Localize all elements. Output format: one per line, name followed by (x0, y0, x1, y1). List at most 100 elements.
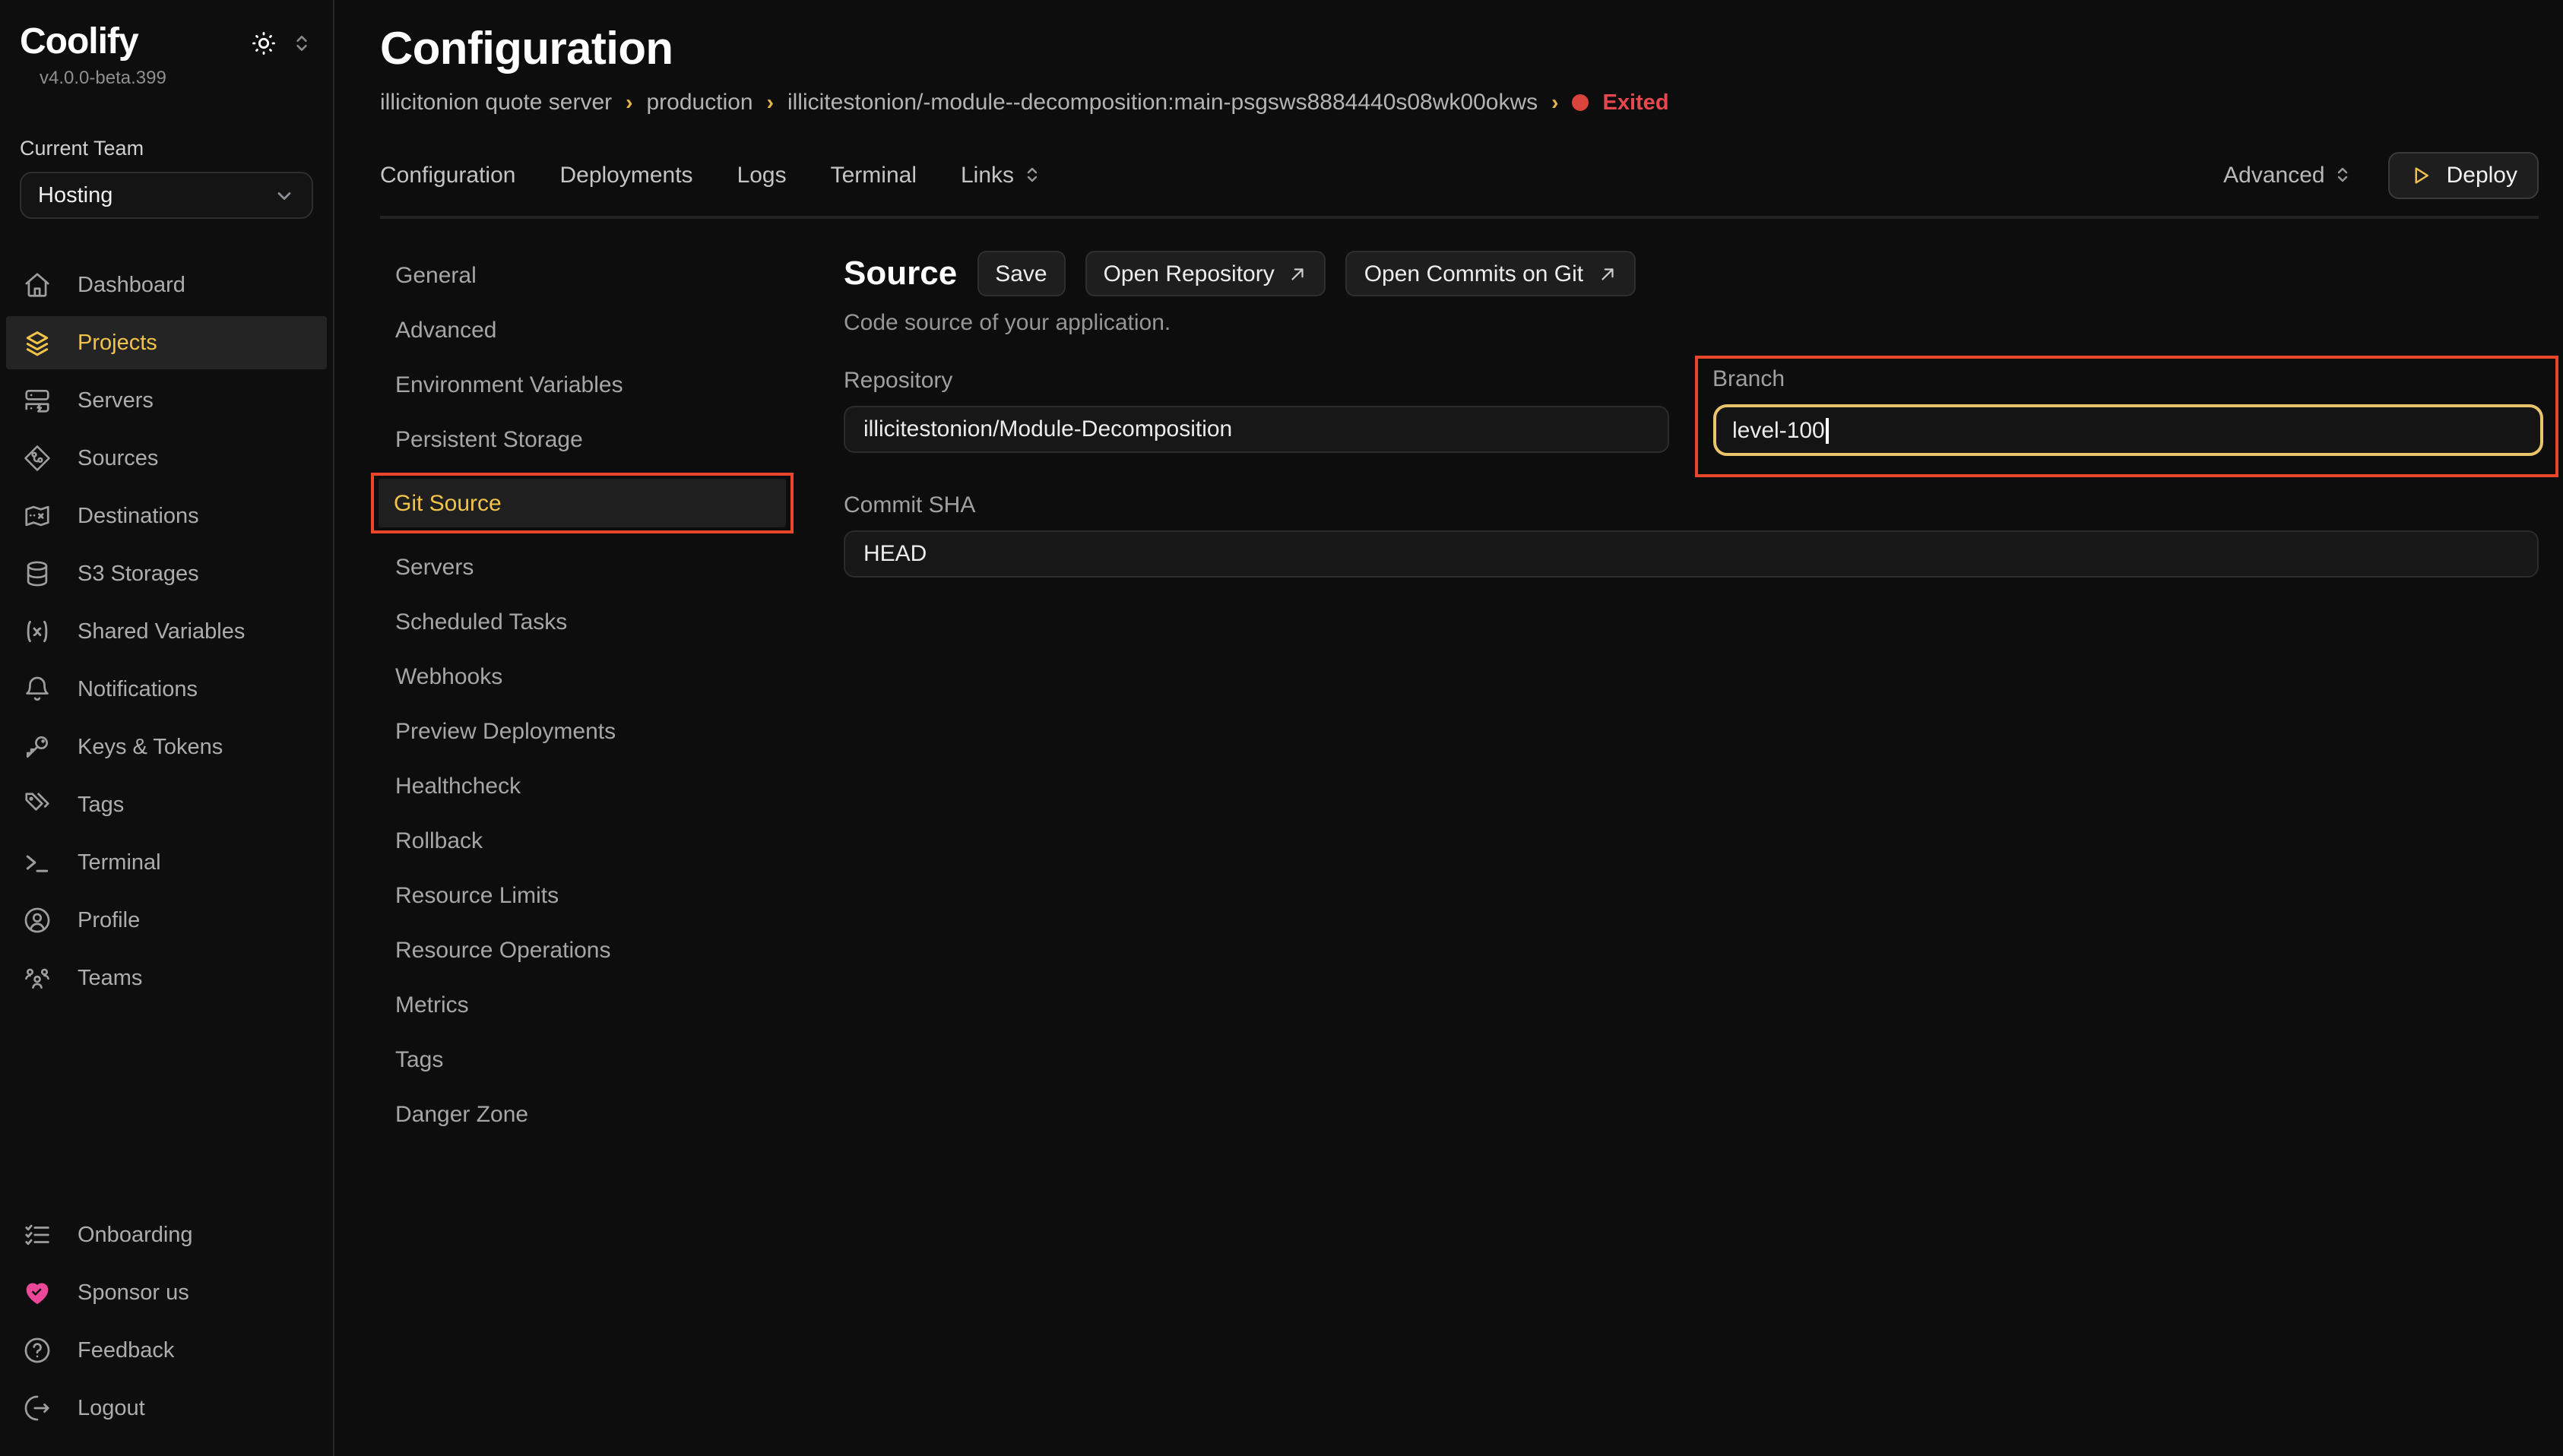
sidebar-item-s3-storages[interactable]: S3 Storages (6, 547, 327, 600)
sidebar-item-label: Teams (78, 966, 142, 990)
breadcrumb-project[interactable]: illicitonion quote server (380, 90, 612, 116)
open-commits-button[interactable]: Open Commits on Git (1346, 251, 1635, 296)
external-link-arrow-icon (1288, 264, 1308, 283)
subnav-item-persistent-storage[interactable]: Persistent Storage (380, 415, 794, 464)
tab-deployments[interactable]: Deployments (559, 162, 692, 188)
checklist-icon (23, 1220, 52, 1249)
git-source-panel: Source Save Open Repository Open Commits… (794, 251, 2539, 1138)
sidebar-item-destinations[interactable]: Destinations (6, 489, 327, 543)
sidebar-item-onboarding[interactable]: Onboarding (6, 1208, 327, 1261)
subnav-item-advanced[interactable]: Advanced (380, 305, 794, 354)
deploy-button[interactable]: Deploy (2389, 151, 2539, 198)
sidebar-item-label: Projects (78, 331, 157, 355)
subnav-item-metrics[interactable]: Metrics (380, 980, 794, 1029)
commit-sha-field-group: Commit SHA (844, 492, 2539, 578)
text-cursor (1826, 417, 1829, 443)
sidebar-footer: Onboarding Sponsor us Feedback Logout (0, 1208, 333, 1435)
subnav-item-scheduled-tasks[interactable]: Scheduled Tasks (380, 597, 794, 646)
tab-divider (380, 216, 2539, 219)
user-icon (23, 906, 52, 935)
sidebar-item-feedback[interactable]: Feedback (6, 1324, 327, 1377)
server-icon (23, 386, 52, 415)
annotation-box-branch: Branch level-100 (1694, 356, 2558, 477)
subnav-item-resource-operations[interactable]: Resource Operations (380, 926, 794, 974)
page-title: Configuration (380, 24, 2539, 76)
subnav-item-servers[interactable]: Servers (380, 543, 794, 591)
chevrons-up-down-icon (2334, 164, 2352, 185)
help-icon (23, 1336, 52, 1365)
breadcrumb: illicitonion quote server › production ›… (380, 90, 2539, 116)
breadcrumb-application[interactable]: illicitestonion/-module--decomposition:m… (787, 90, 1538, 116)
sidebar-item-dashboard[interactable]: Dashboard (6, 258, 327, 312)
branch-label: Branch (1712, 366, 2543, 392)
theme-sun-icon[interactable] (251, 30, 277, 56)
sidebar-item-sponsor-us[interactable]: Sponsor us (6, 1266, 327, 1319)
subnav-item-danger-zone[interactable]: Danger Zone (380, 1090, 794, 1138)
sidebar-item-label: Onboarding (78, 1223, 193, 1247)
subnav-item-general[interactable]: General (380, 251, 794, 299)
sidebar-nav: Dashboard Projects Servers Sources Desti… (0, 258, 333, 1005)
sidebar-item-shared-variables[interactable]: Shared Variables (6, 605, 327, 658)
terminal-icon (23, 848, 52, 877)
bell-icon (23, 675, 52, 704)
key-icon (23, 733, 52, 761)
tab-configuration[interactable]: Configuration (380, 162, 515, 188)
sidebar-item-label: Keys & Tokens (78, 735, 223, 759)
external-link-arrow-icon (1597, 264, 1617, 283)
team-select[interactable]: Hosting (20, 172, 313, 219)
team-select-value: Hosting (38, 183, 112, 207)
open-repository-button[interactable]: Open Repository (1085, 251, 1326, 296)
sidebar-item-label: Notifications (78, 677, 198, 701)
sidebar-item-label: Feedback (78, 1338, 174, 1363)
sidebar-item-tags[interactable]: Tags (6, 778, 327, 831)
theme-selector-chevrons-icon[interactable] (292, 32, 312, 55)
configuration-subnav: General Advanced Environment Variables P… (380, 251, 794, 1138)
layers-icon (23, 328, 52, 357)
save-button[interactable]: Save (977, 251, 1065, 296)
sidebar-item-label: Sources (78, 446, 158, 470)
subnav-item-rollback[interactable]: Rollback (380, 816, 794, 865)
home-icon (23, 271, 52, 299)
subnav-item-git-source[interactable]: Git Source (379, 479, 786, 527)
subnav-item-healthcheck[interactable]: Healthcheck (380, 761, 794, 810)
sidebar-item-label: Dashboard (78, 273, 185, 297)
tab-terminal[interactable]: Terminal (831, 162, 917, 188)
sidebar-item-servers[interactable]: Servers (6, 374, 327, 427)
subnav-item-resource-limits[interactable]: Resource Limits (380, 871, 794, 919)
advanced-dropdown[interactable]: Advanced (2223, 162, 2352, 188)
subnav-item-preview-deployments[interactable]: Preview Deployments (380, 707, 794, 755)
repository-label: Repository (844, 368, 1668, 394)
sidebar-item-label: Profile (78, 908, 140, 932)
sidebar-item-keys-tokens[interactable]: Keys & Tokens (6, 720, 327, 774)
tab-links[interactable]: Links (961, 162, 1041, 188)
commit-sha-label: Commit SHA (844, 492, 2539, 518)
tab-logs[interactable]: Logs (737, 162, 787, 188)
sidebar-item-notifications[interactable]: Notifications (6, 663, 327, 716)
repository-input[interactable] (844, 406, 1668, 453)
chevron-right-icon: › (767, 89, 774, 113)
sidebar-item-logout[interactable]: Logout (6, 1382, 327, 1435)
branch-value: level-100 (1732, 417, 1825, 443)
breadcrumb-environment[interactable]: production (647, 90, 753, 116)
app-logo: Coolify (20, 21, 186, 64)
subnav-item-tags[interactable]: Tags (380, 1035, 794, 1084)
users-icon (23, 964, 52, 992)
sidebar-item-sources[interactable]: Sources (6, 432, 327, 485)
map-icon (23, 502, 52, 530)
sidebar-item-projects[interactable]: Projects (6, 316, 327, 369)
tags-icon (23, 790, 52, 819)
sidebar-item-terminal[interactable]: Terminal (6, 836, 327, 889)
status-text: Exited (1603, 90, 1669, 115)
sidebar-item-label: Terminal (78, 850, 161, 875)
sidebar-item-profile[interactable]: Profile (6, 894, 327, 947)
chevron-down-icon (274, 185, 295, 206)
sidebar-item-label: S3 Storages (78, 562, 199, 586)
heart-icon (23, 1278, 52, 1307)
section-description: Code source of your application. (844, 310, 2539, 336)
branch-input[interactable]: level-100 (1712, 404, 2543, 456)
sidebar-item-teams[interactable]: Teams (6, 951, 327, 1005)
commit-sha-input[interactable] (844, 530, 2539, 578)
subnav-item-webhooks[interactable]: Webhooks (380, 652, 794, 701)
app-version: v4.0.0-beta.399 (20, 64, 186, 88)
subnav-item-environment-variables[interactable]: Environment Variables (380, 360, 794, 409)
